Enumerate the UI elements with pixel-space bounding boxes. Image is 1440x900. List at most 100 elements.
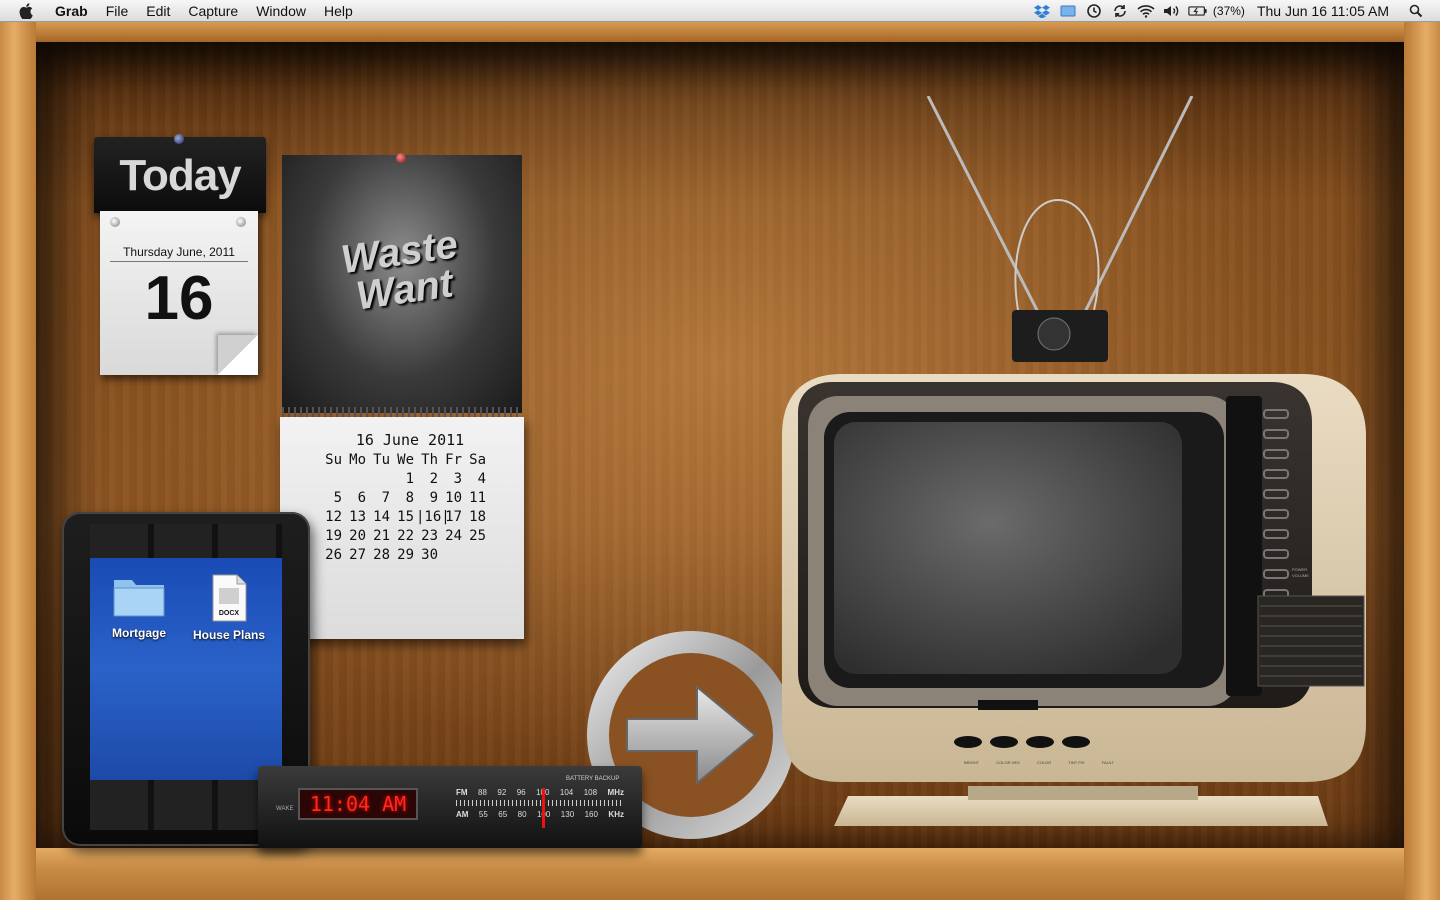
- desktop-item-mortgage[interactable]: Mortgage: [96, 574, 182, 640]
- desktop-item-label: Mortgage: [112, 626, 166, 640]
- calendar-sheet: 16 June 2011 Su Mo Tu We Th Fr Sa 1 2 3 4 5 6 7 8 9 10 11…: [280, 417, 524, 639]
- calendar-day: 26: [325, 547, 342, 563]
- calendar-day: [320, 470, 344, 489]
- fm-unit: MHz: [607, 787, 624, 797]
- menu-window[interactable]: Window: [247, 0, 315, 22]
- tv-label: TINT PIX: [1068, 760, 1085, 765]
- page-curl: [218, 335, 258, 375]
- wifi-icon[interactable]: [1136, 2, 1156, 20]
- battery-percent[interactable]: (37%): [1213, 4, 1245, 18]
- menu-help[interactable]: Help: [315, 0, 362, 22]
- retro-tv: BRIGHT COLOR HEX COLOR TINT PIX FAULT PO…: [778, 95, 1378, 856]
- today-calendar-widget[interactable]: Today Thursday June, 2011 16: [94, 134, 266, 379]
- wake-label: WAKE: [276, 806, 294, 812]
- finder-icon[interactable]: [1058, 2, 1078, 20]
- volume-icon[interactable]: [1162, 2, 1182, 20]
- calendar-weekday: Mo: [349, 452, 366, 468]
- calendar-weekday: Sa: [469, 452, 486, 468]
- calendar-grid: Su Mo Tu We Th Fr Sa 1 2 3 4 5 6 7 8 9 10 11 12 13 14 15 |16| 1…: [320, 451, 488, 565]
- calendar-day: 20: [349, 528, 366, 544]
- calendar-weekday: Su: [325, 452, 342, 468]
- dropbox-icon[interactable]: [1032, 2, 1052, 20]
- fm-tick: 108: [583, 787, 598, 797]
- am-tick: 65: [498, 809, 508, 819]
- calendar-day: 10: [445, 490, 462, 506]
- calendar-weekday: Th: [421, 452, 438, 468]
- am-scale: AM 55 65 80 100 130 160 KHz: [456, 806, 624, 822]
- calendar-day: [368, 470, 392, 489]
- folder-icon: [112, 574, 166, 618]
- calendar-day: 30: [421, 547, 438, 563]
- calendar-day: 2: [429, 471, 438, 487]
- bookshelf-top: [36, 22, 1404, 42]
- calendar-day: 23: [421, 528, 438, 544]
- calendar-month-header: 16 June 2011: [355, 431, 465, 449]
- time-machine-icon[interactable]: [1084, 2, 1104, 20]
- battery-icon[interactable]: [1188, 2, 1208, 20]
- calendar-poster-image: Waste Want: [282, 155, 522, 413]
- today-page: Thursday June, 2011 16: [100, 211, 258, 375]
- today-header: Today: [94, 137, 266, 213]
- wall-calendar-widget[interactable]: Waste Want 16 June 2011 Su Mo Tu We Th Fr Sa 1 2…: [280, 153, 524, 640]
- tv-label: FAULT: [1101, 760, 1114, 765]
- desktop-item-house-plans[interactable]: DOCX House Plans: [186, 574, 272, 642]
- calendar-day: |16|: [416, 509, 450, 525]
- tv-control-labels: BRIGHT COLOR HEX COLOR TINT PIX FAULT: [964, 760, 1114, 765]
- calendar-weekday: We: [397, 452, 414, 468]
- fm-tick: 104: [559, 787, 574, 797]
- am-tick: 80: [517, 809, 527, 819]
- sync-icon[interactable]: [1110, 2, 1130, 20]
- today-day-number: 16: [144, 264, 214, 333]
- menu-edit[interactable]: Edit: [137, 0, 179, 22]
- calendar-weekday: Tu: [373, 452, 390, 468]
- calendar-weekday: Fr: [445, 452, 462, 468]
- tuner-dial: FM 88 92 96 100 104 108 MHz AM 55 65 80 …: [456, 784, 624, 824]
- menu-bar: Grab File Edit Capture Window Help (37%)…: [0, 0, 1440, 22]
- radio-alarm-clock: WAKE 11:04 AM BATTERY BACKUP FM 88 92 96…: [258, 766, 642, 848]
- menu-clock[interactable]: Thu Jun 16 11:05 AM: [1257, 3, 1389, 19]
- calendar-day: 28: [373, 547, 390, 563]
- rivet-icon: [236, 217, 246, 227]
- tv-label: BRIGHT: [964, 760, 980, 765]
- calendar-day: 27: [349, 547, 366, 563]
- file-type-badge: DOCX: [218, 610, 240, 617]
- calendar-day: 4: [477, 471, 486, 487]
- calendar-day: 15: [397, 509, 414, 525]
- docx-file-icon: DOCX: [209, 574, 249, 622]
- am-tick: 55: [478, 809, 488, 819]
- poster-title: Waste Want: [338, 222, 461, 319]
- am-tick: 160: [584, 809, 598, 819]
- apple-logo-icon[interactable]: [18, 2, 34, 19]
- calendar-day: 5: [333, 490, 342, 506]
- pin-icon: [396, 153, 406, 163]
- menu-app-name[interactable]: Grab: [46, 0, 97, 22]
- tablet-bottom-bezel: [90, 780, 282, 830]
- fm-tick: 96: [516, 787, 526, 797]
- calendar-day: 24: [445, 528, 462, 544]
- calendar-day: 11: [469, 490, 486, 506]
- calendar-day: 9: [429, 490, 438, 506]
- fm-label: FM: [456, 787, 468, 797]
- fm-tick: 88: [478, 787, 487, 797]
- am-label: AM: [456, 809, 469, 819]
- tv-label: COLOR: [1036, 760, 1052, 765]
- calendar-day: 19: [325, 528, 342, 544]
- calendar-day: 13: [349, 509, 366, 525]
- am-tick: 130: [560, 809, 575, 819]
- rivet-icon: [110, 217, 120, 227]
- fm-scale: FM 88 92 96 100 104 108 MHz: [456, 784, 624, 800]
- tablet-screen: Mortgage DOCX House Plans: [90, 558, 282, 780]
- fm-tick: 92: [497, 787, 507, 797]
- radio-time-display: 11:04 AM: [298, 788, 418, 820]
- calendar-day: 21: [373, 528, 390, 544]
- calendar-day: 14: [373, 509, 390, 525]
- spotlight-icon[interactable]: [1406, 2, 1426, 20]
- calendar-day: 29: [397, 547, 414, 563]
- menu-capture[interactable]: Capture: [179, 0, 247, 22]
- today-title: Today: [119, 151, 241, 200]
- today-date-line: Thursday June, 2011: [110, 245, 248, 262]
- tv-side-labels: POWER VOLUME: [1292, 567, 1309, 579]
- calendar-day: 25: [469, 528, 486, 544]
- status-tray: (37%) Thu Jun 16 11:05 AM: [1029, 0, 1440, 22]
- menu-file[interactable]: File: [97, 0, 138, 22]
